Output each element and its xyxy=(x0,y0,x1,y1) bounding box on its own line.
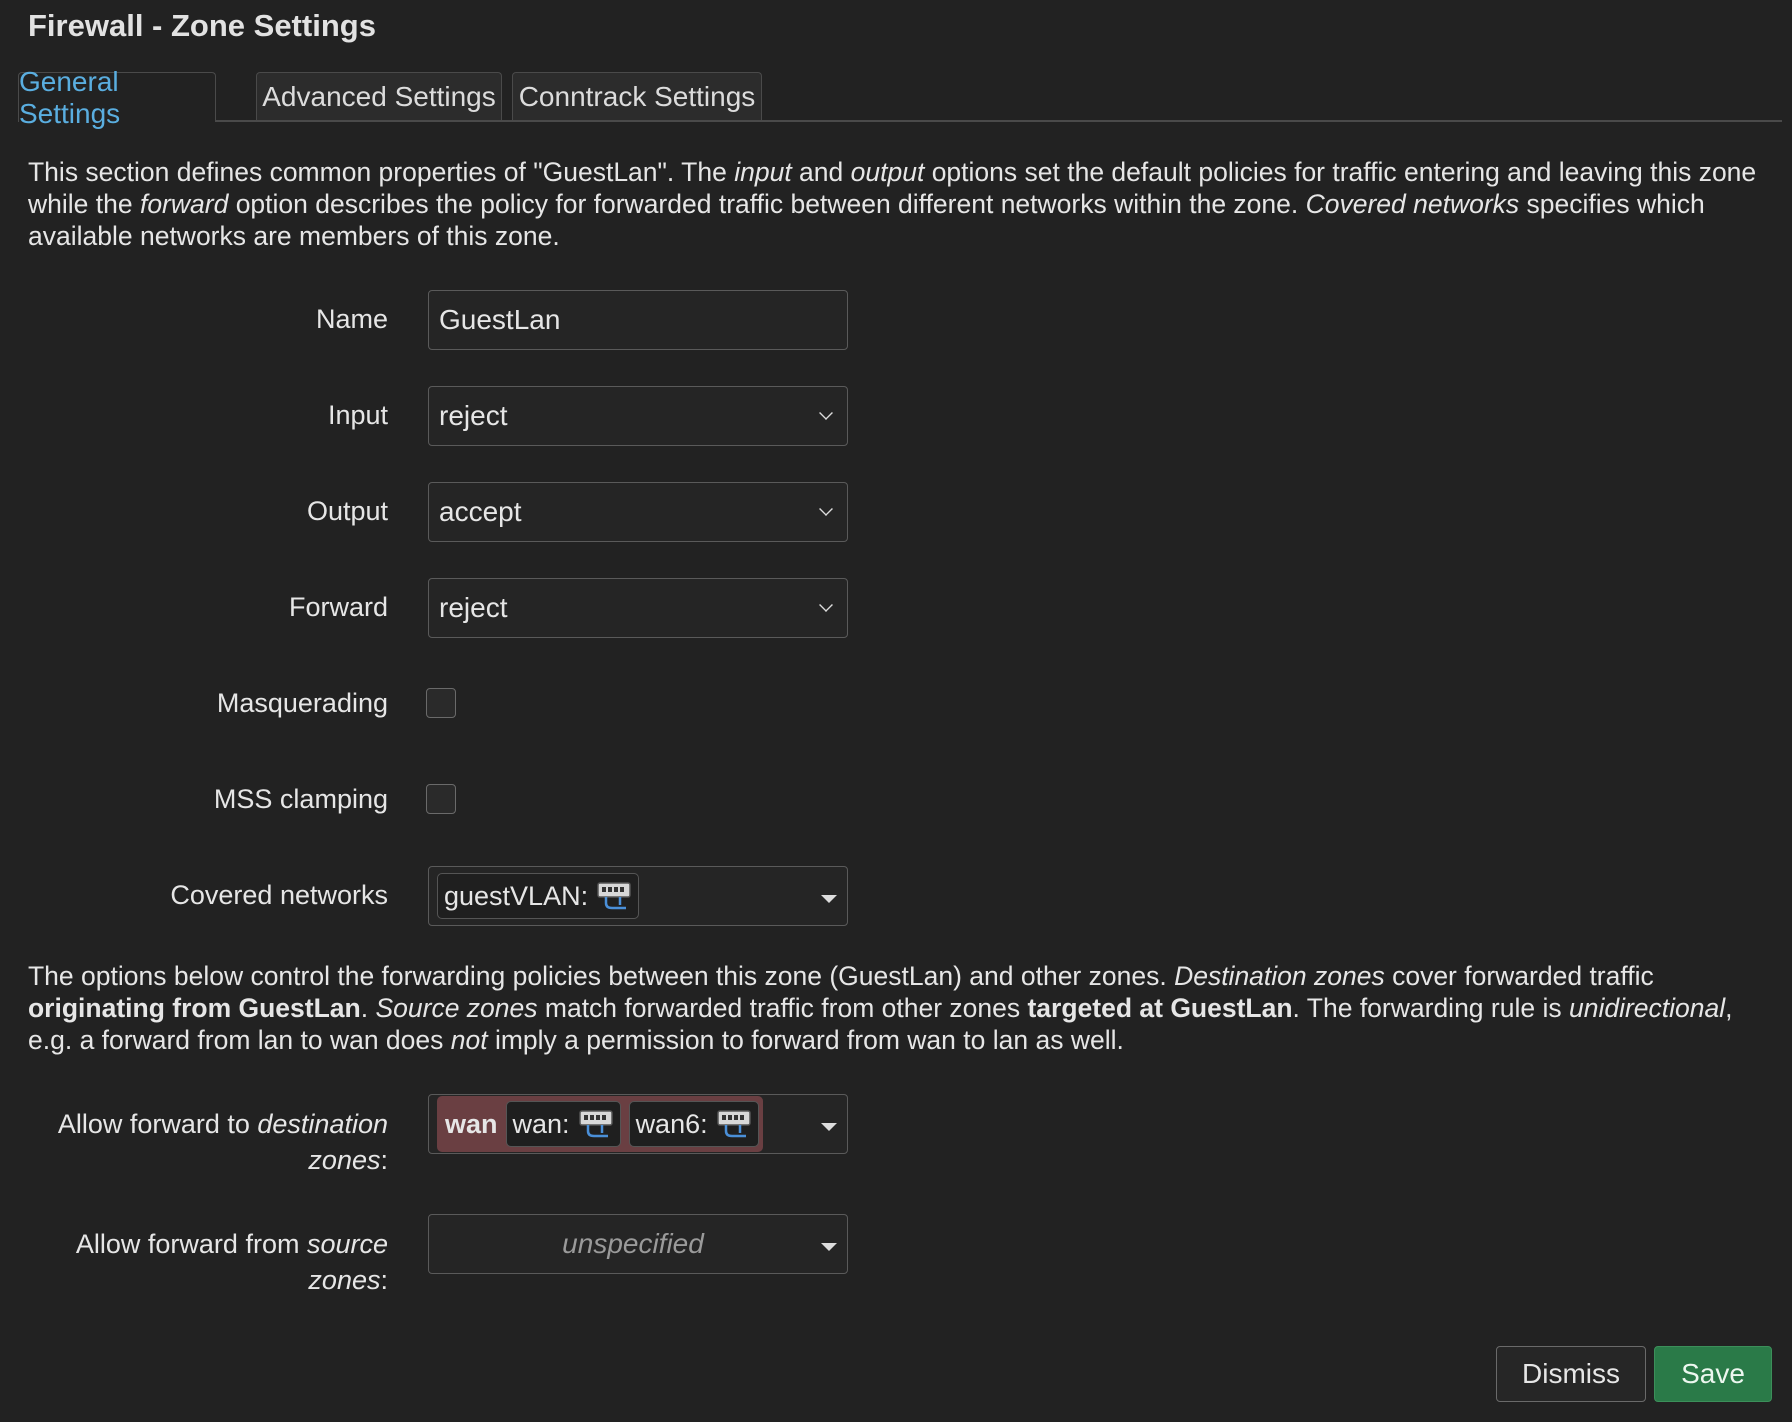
output-policy-select[interactable]: accept xyxy=(428,482,848,542)
mss-clamping-label: MSS clamping xyxy=(213,784,388,814)
chevron-down-icon xyxy=(819,406,833,420)
input-policy-select[interactable]: reject xyxy=(428,386,848,446)
dropdown-arrow-icon xyxy=(821,1243,837,1251)
tab-bar: General Settings Advanced Settings Connt… xyxy=(18,66,1782,129)
source-zones-placeholder: unspecified xyxy=(562,1228,704,1259)
dropdown-arrow-icon xyxy=(821,895,837,903)
masquerading-label: Masquerading xyxy=(216,688,388,718)
forward-label: Forward xyxy=(288,592,388,622)
save-button[interactable]: Save xyxy=(1654,1346,1772,1402)
chevron-down-icon xyxy=(819,598,833,612)
masquerading-checkbox[interactable] xyxy=(426,688,456,718)
tab-conntrack-settings[interactable]: Conntrack Settings xyxy=(512,72,762,120)
forwarding-description: The options below control the forwarding… xyxy=(28,961,1733,1055)
output-policy-value: accept xyxy=(439,496,522,527)
dest-zones-label: Allow forward to destination zones: xyxy=(57,1109,388,1175)
network-icon xyxy=(716,1110,751,1138)
network-chip-guestvlan[interactable]: guestVLAN: xyxy=(437,873,640,919)
tab-general-settings[interactable]: General Settings xyxy=(18,66,216,129)
network-chip-wan6: wan6: xyxy=(628,1101,759,1147)
dropdown-arrow-icon xyxy=(821,1123,837,1131)
covered-networks-select[interactable]: guestVLAN: xyxy=(428,866,848,926)
forward-policy-value: reject xyxy=(439,592,508,623)
mss-clamping-checkbox[interactable] xyxy=(426,784,456,814)
source-zones-label: Allow forward from source zones: xyxy=(75,1229,388,1295)
network-chip-wan: wan: xyxy=(505,1101,621,1147)
name-input[interactable]: GuestLan xyxy=(428,290,848,350)
dest-zones-select[interactable]: wan wan: wan6: xyxy=(428,1094,848,1154)
section-description: This section defines common properties o… xyxy=(28,157,1757,251)
dismiss-button[interactable]: Dismiss xyxy=(1496,1346,1646,1402)
page-title: Firewall - Zone Settings xyxy=(28,8,376,43)
output-label: Output xyxy=(306,496,388,526)
name-label: Name xyxy=(315,304,388,334)
network-icon xyxy=(578,1110,613,1138)
input-label: Input xyxy=(327,400,388,430)
forward-policy-select[interactable]: reject xyxy=(428,578,848,638)
source-zones-select[interactable]: unspecified xyxy=(428,1214,848,1274)
name-value: GuestLan xyxy=(439,304,561,335)
zone-badge-wan[interactable]: wan wan: wan6: xyxy=(437,1096,763,1152)
chevron-down-icon xyxy=(819,502,833,516)
network-icon xyxy=(597,882,631,910)
tab-advanced-settings[interactable]: Advanced Settings xyxy=(256,72,502,120)
input-policy-value: reject xyxy=(439,400,508,431)
covered-networks-label: Covered networks xyxy=(170,880,388,910)
